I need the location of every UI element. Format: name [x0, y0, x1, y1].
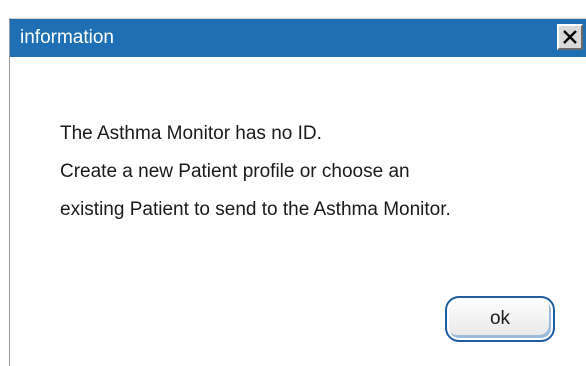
- close-button[interactable]: [557, 24, 583, 50]
- message-line: existing Patient to send to the Asthma M…: [60, 199, 451, 220]
- ok-button[interactable]: ok: [445, 296, 555, 342]
- close-icon: [563, 30, 577, 44]
- message-text: The Asthma Monitor has no ID. Create a n…: [60, 115, 580, 229]
- message-line: The Asthma Monitor has no ID.: [60, 123, 322, 144]
- message-line: Create a new Patient profile or choose a…: [60, 161, 410, 182]
- information-dialog: information The Asthma Monitor has no ID…: [0, 0, 586, 366]
- dialog-title: information: [20, 27, 114, 48]
- dialog-left-edge: [9, 18, 10, 366]
